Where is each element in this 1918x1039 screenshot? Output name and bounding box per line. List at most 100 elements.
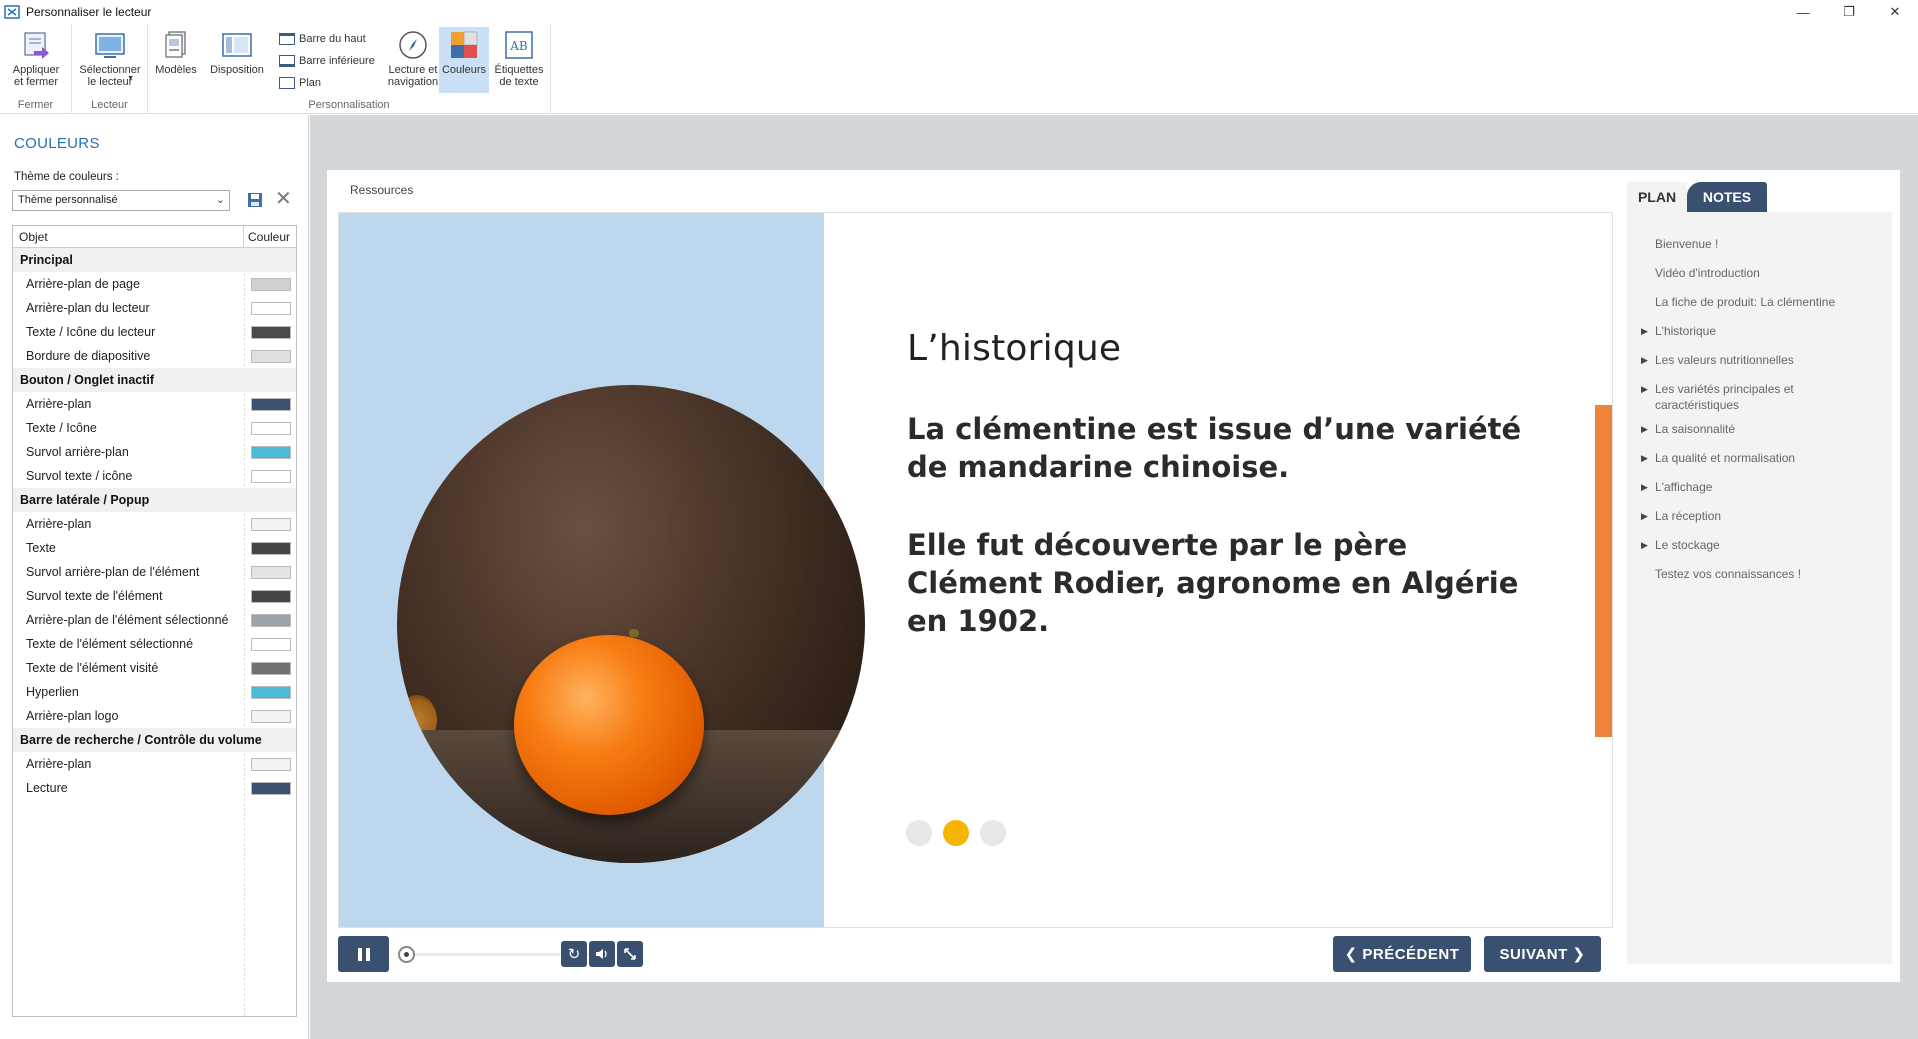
color-row[interactable]: Arrière-plan [13,752,296,776]
color-row[interactable]: Texte / Icône du lecteur [13,320,296,344]
color-swatch[interactable] [251,565,291,579]
expand-arrow-icon[interactable]: ▶ [1641,537,1648,553]
color-row-label: Arrière-plan [26,517,92,531]
apply-close-button[interactable]: Appliquer et fermer [6,27,66,88]
previous-button[interactable]: ❮ PRÉCÉDENT [1333,936,1471,972]
app-icon [4,5,20,19]
color-swatch[interactable] [251,781,291,795]
pause-icon [357,947,370,961]
color-swatch[interactable] [251,349,291,363]
slide-dots [906,820,1006,846]
color-row[interactable]: Arrière-plan de page [13,272,296,296]
color-swatch[interactable] [251,397,291,411]
select-player-button[interactable]: Sélectionner le lecteur ▼ [76,27,144,88]
color-swatch[interactable] [251,517,291,531]
slide-dot[interactable] [906,820,932,846]
ribbon-group-personnalisation: Modèles Disposition Barre du haut Barre … [148,24,551,114]
delete-theme-icon[interactable]: ✕ [275,189,292,209]
volume-icon [596,949,607,959]
chevron-down-icon: ⌄ [215,194,225,206]
slide-dot[interactable] [980,820,1006,846]
seek-handle[interactable] [398,946,415,963]
color-swatch[interactable] [251,757,291,771]
outline-item-label: La fiche de produit: La clémentine [1655,295,1836,309]
outline-item-label: Les variétés principales et caractéristi… [1655,382,1794,412]
ribbon: Appliquer et fermer Fermer Sélectionner … [0,24,1918,114]
outline-item-label: Bienvenue ! [1655,237,1719,251]
text-labels-button[interactable]: AB Étiquettes de texte [491,27,547,88]
color-row[interactable]: Arrière-plan [13,392,296,416]
fullscreen-button[interactable] [617,941,643,967]
text-labels-label: Étiquettes de texte [494,64,544,88]
color-row[interactable]: Arrière-plan de l'élément sélectionné [13,608,296,632]
text-labels-icon: AB [505,31,533,59]
color-swatch[interactable] [251,709,291,723]
color-row[interactable]: Arrière-plan logo [13,704,296,728]
plan-toggle[interactable]: Plan [279,74,321,92]
player-icon [95,33,125,58]
expand-arrow-icon[interactable]: ▶ [1641,352,1648,368]
color-row[interactable]: Bordure de diapositive [13,344,296,368]
color-swatch[interactable] [251,541,291,555]
color-swatch[interactable] [251,277,291,291]
color-row[interactable]: Hyperlien [13,680,296,704]
outline-item-label: Le stockage [1655,538,1720,552]
save-theme-icon[interactable] [246,191,264,209]
title-bar: Personnaliser le lecteur — ❐ ✕ [0,0,1918,24]
color-rows: Principal Arrière-plan de page Arrière-pla… [13,248,296,800]
expand-arrow-icon[interactable]: ▶ [1641,381,1648,397]
color-swatch[interactable] [251,445,291,459]
expand-arrow-icon[interactable]: ▶ [1641,450,1648,466]
color-row-label: Texte / Icône du lecteur [26,325,156,339]
color-row[interactable]: Lecture [13,776,296,800]
color-row[interactable]: Survol arrière-plan [13,440,296,464]
color-swatch[interactable] [251,685,291,699]
restore-button[interactable]: ❐ [1826,0,1872,24]
playback-nav-button[interactable]: Lecture et navigation [382,27,444,88]
expand-arrow-icon[interactable]: ▶ [1641,508,1648,524]
color-row[interactable]: Texte / Icône [13,416,296,440]
color-row[interactable]: Survol texte / icône [13,464,296,488]
color-swatch[interactable] [251,589,291,603]
colors-button[interactable]: Couleurs [439,27,489,93]
color-group-header: Barre de recherche / Contrôle du volume [13,728,296,752]
color-swatch[interactable] [251,421,291,435]
next-button[interactable]: SUIVANT ❯ [1484,936,1601,972]
color-swatch[interactable] [251,637,291,651]
color-swatch[interactable] [251,661,291,675]
volume-button[interactable] [589,941,615,967]
top-bar-icon [279,33,295,45]
bottom-bar-toggle[interactable]: Barre inférieure [279,52,375,70]
color-row[interactable]: Texte de l'élément visité [13,656,296,680]
expand-arrow-icon[interactable]: ▶ [1641,479,1648,495]
color-swatch[interactable] [251,613,291,627]
replay-button[interactable]: ↻ [561,941,587,967]
color-row-label: Survol arrière-plan [26,445,129,459]
color-row[interactable]: Texte de l'élément sélectionné [13,632,296,656]
color-group-header: Bouton / Onglet inactif [13,368,296,392]
color-row[interactable]: Arrière-plan du lecteur [13,296,296,320]
layout-icon [222,33,252,57]
color-swatch[interactable] [251,469,291,483]
color-row-label: Arrière-plan [26,397,92,411]
color-row[interactable]: Survol texte de l'élément [13,584,296,608]
slide-dot[interactable] [943,820,969,846]
models-button[interactable]: Modèles [154,27,198,76]
pause-button[interactable] [338,936,389,972]
color-row[interactable]: Texte [13,536,296,560]
top-bar-toggle[interactable]: Barre du haut [279,30,366,48]
minimize-button[interactable]: — [1780,0,1826,24]
playback-nav-label: Lecture et navigation [387,64,439,88]
resources-link[interactable]: Ressources [350,183,413,197]
color-swatch[interactable] [251,325,291,339]
tab-plan[interactable]: PLAN [1627,182,1687,212]
tab-notes[interactable]: NOTES [1687,182,1767,212]
theme-select[interactable]: Thème personnalisé ⌄ [12,190,230,211]
color-swatch[interactable] [251,301,291,315]
color-row[interactable]: Arrière-plan [13,512,296,536]
close-window-button[interactable]: ✕ [1872,0,1918,24]
layout-button[interactable]: Disposition [206,27,268,76]
color-row[interactable]: Survol arrière-plan de l'élément [13,560,296,584]
expand-arrow-icon[interactable]: ▶ [1641,323,1648,339]
expand-arrow-icon[interactable]: ▶ [1641,421,1648,437]
